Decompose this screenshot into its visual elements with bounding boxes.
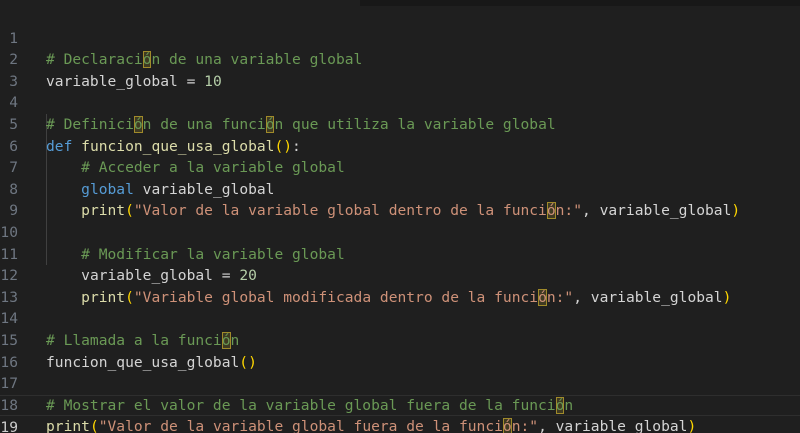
code-line[interactable]: 18 print("Valor de la variable global fu… xyxy=(0,373,800,433)
code-line[interactable]: 12 print("Variable global modificada den… xyxy=(0,244,800,306)
code-line[interactable]: 3 xyxy=(0,49,800,90)
code-line[interactable]: 15 funcion_que_usa_global() xyxy=(0,308,800,371)
string-literal: n:" xyxy=(511,418,539,433)
code-line[interactable]: 10 # Modificar la variable global xyxy=(0,200,800,263)
code-line[interactable]: 8 print("Valor de la variable global den… xyxy=(0,157,800,220)
variable: variable_global xyxy=(555,418,688,433)
function-call: print xyxy=(46,418,90,433)
code-line[interactable]: 5 def funcion_que_usa_global(): xyxy=(0,92,800,155)
code-line[interactable]: 14 # Llamada a la función xyxy=(0,287,800,349)
bracket: ) xyxy=(687,418,697,433)
code-line[interactable]: 7 global variable_global xyxy=(0,136,800,198)
code-editor[interactable]: 1 # Declaración de una variable global 2… xyxy=(0,0,800,433)
code-line[interactable]: 9 xyxy=(0,179,800,219)
string-literal: "Valor de la variable global fuera de la… xyxy=(98,418,503,433)
code-line-current[interactable]: 19 xyxy=(0,394,800,433)
code-line[interactable]: 17 # Mostrar el valor de la variable glo… xyxy=(0,352,800,414)
line-number: 19 xyxy=(0,419,18,433)
code-line[interactable]: 11 variable_global = 20 xyxy=(0,222,800,285)
unicode-highlight: ó xyxy=(502,418,512,433)
code-line[interactable]: 13 xyxy=(0,265,800,306)
code-line[interactable]: 2 variable_global = 10 xyxy=(0,28,800,90)
line-content: print("Valor de la variable global fuera… xyxy=(46,416,696,433)
code-line[interactable]: 4 # Definición de una función que utiliz… xyxy=(0,71,800,133)
code-line[interactable]: 1 # Declaración de una variable global xyxy=(0,6,800,69)
bracket: ( xyxy=(89,418,99,433)
punctuation: , xyxy=(538,418,556,433)
code-line[interactable]: 6 # Acceder a la variable global xyxy=(0,114,800,177)
code-line[interactable]: 16 xyxy=(0,330,800,371)
